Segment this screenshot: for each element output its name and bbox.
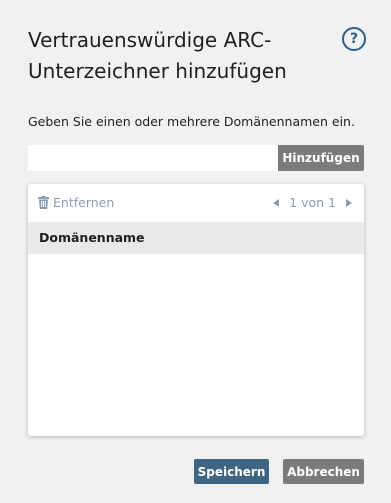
column-header-domain-name[interactable]: Domänenname xyxy=(39,230,145,245)
remove-label: Entfernen xyxy=(53,195,115,210)
list-toolbar: Entfernen 1 von 1 xyxy=(28,184,364,222)
previous-page-icon[interactable] xyxy=(273,198,280,207)
add-button[interactable]: Hinzufügen xyxy=(278,145,364,171)
pager: 1 von 1 xyxy=(273,195,352,210)
help-icon[interactable]: ? xyxy=(342,27,366,51)
add-arc-signers-dialog: Vertrauenswürdige ARC-Unterzeichner hinz… xyxy=(0,0,391,503)
domain-list-panel: Entfernen 1 von 1 Domänenname xyxy=(28,184,364,436)
trash-icon xyxy=(38,196,49,209)
remove-button[interactable]: Entfernen xyxy=(38,195,114,210)
table-header: Domänenname xyxy=(28,222,364,254)
save-button[interactable]: Speichern xyxy=(194,459,269,484)
pager-text: 1 von 1 xyxy=(289,195,336,210)
dialog-title: Vertrauenswürdige ARC-Unterzeichner hinz… xyxy=(28,28,287,83)
domain-name-input[interactable] xyxy=(28,145,278,171)
next-page-icon[interactable] xyxy=(346,198,352,207)
cancel-button[interactable]: Abbrechen xyxy=(283,459,364,484)
instruction-text: Geben Sie einen oder mehrere Domänenname… xyxy=(28,114,355,129)
